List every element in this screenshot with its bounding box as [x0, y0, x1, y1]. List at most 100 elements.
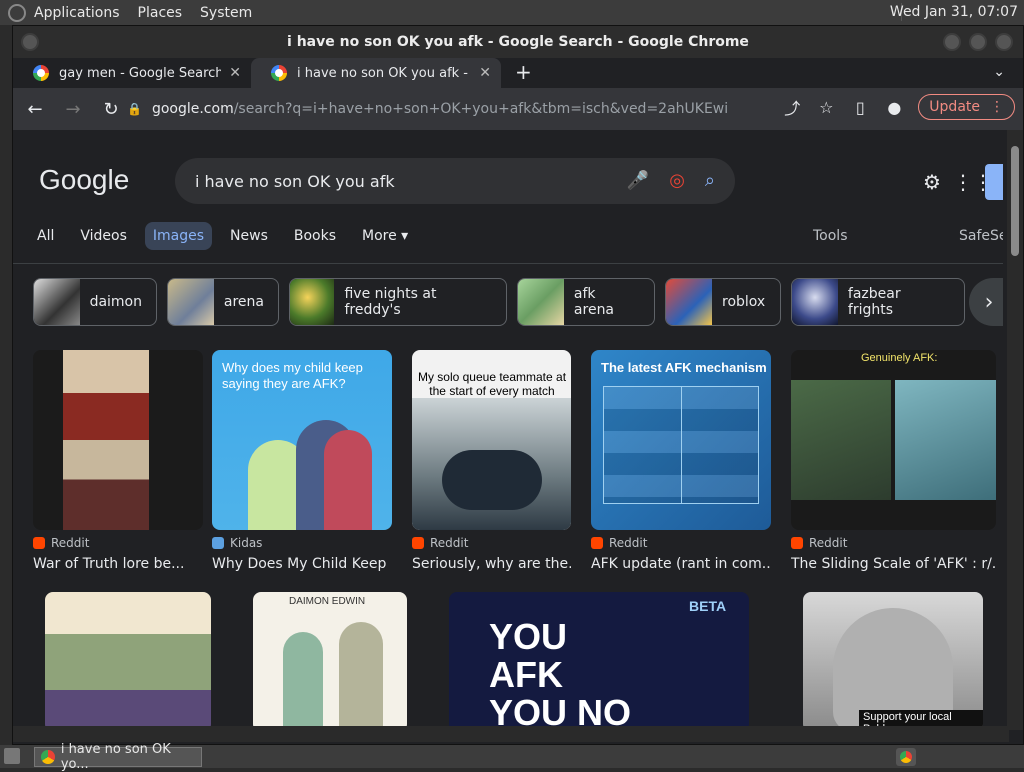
result-card[interactable]: Reddit War of Truth lore be...: [33, 350, 203, 572]
applications-menu[interactable]: Applications: [34, 5, 120, 21]
result-card[interactable]: [45, 592, 211, 732]
result-title[interactable]: AFK update (rant in com...: [591, 556, 771, 572]
result-card[interactable]: The latest AFK mechanism Reddit AFK upda…: [591, 350, 771, 572]
result-image[interactable]: [45, 592, 211, 732]
new-tab-button[interactable]: +: [515, 60, 532, 84]
share-icon[interactable]: ⤴: [782, 95, 802, 119]
result-image[interactable]: Genuinely AFK:: [791, 350, 996, 530]
close-window-icon[interactable]: [995, 33, 1013, 51]
chip-five-nights[interactable]: five nights at freddy's: [289, 278, 507, 326]
google-favicon-icon: [33, 65, 49, 81]
tools-button[interactable]: Tools: [813, 228, 848, 244]
result-card[interactable]: Support your local Pablo: [803, 592, 983, 732]
result-title[interactable]: The Sliding Scale of 'AFK' : r/...: [791, 556, 996, 572]
result-card[interactable]: DAIMON EDWIN: [253, 592, 407, 732]
result-image[interactable]: Support your local Pablo: [803, 592, 983, 732]
person-figure: [324, 430, 372, 530]
profile-icon[interactable]: ●: [884, 98, 904, 117]
sign-in-button[interactable]: [985, 164, 1003, 200]
related-chips: daimon arena five nights at freddy's afk…: [33, 278, 965, 326]
nav-news[interactable]: News: [222, 222, 276, 250]
result-image[interactable]: [33, 350, 203, 530]
chips-next-arrow-icon[interactable]: ›: [969, 278, 1003, 326]
reddit-icon: [412, 537, 424, 549]
chip-arena[interactable]: arena: [167, 278, 279, 326]
nav-images[interactable]: Images: [144, 222, 213, 250]
url-path: /search?q=i+have+no+son+OK+you+afk&tbm=i…: [233, 101, 727, 117]
image-caption: Genuinely AFK:: [861, 352, 938, 364]
tab-afk-search[interactable]: i have no son OK you afk - Goo ✕: [251, 58, 501, 88]
google-logo[interactable]: Google: [39, 164, 129, 196]
browser-window: i have no son OK you afk - Google Search…: [12, 25, 1024, 745]
maximize-icon[interactable]: [969, 33, 987, 51]
reload-icon[interactable]: ↻: [95, 99, 127, 120]
nav-videos[interactable]: Videos: [72, 222, 135, 250]
kebab-menu-icon[interactable]: ⋮: [990, 99, 1004, 115]
chip-afk-arena[interactable]: afk arena: [517, 278, 655, 326]
nav-all[interactable]: All: [29, 222, 62, 250]
minimize-icon[interactable]: [943, 33, 961, 51]
result-title[interactable]: Why Does My Child Keep ...: [212, 556, 392, 572]
taskbar-chrome-window[interactable]: i have no son OK yo...: [34, 742, 202, 772]
places-menu[interactable]: Places: [138, 5, 183, 21]
side-panel-icon[interactable]: ▯: [850, 98, 870, 117]
chip-thumbnail: [34, 279, 80, 325]
result-card[interactable]: My solo queue teammate at the start of e…: [412, 350, 571, 572]
result-title[interactable]: War of Truth lore be...: [33, 556, 203, 572]
result-image[interactable]: My solo queue teammate at the start of e…: [412, 350, 571, 530]
tab-gay-men[interactable]: gay men - Google Search ✕: [13, 58, 251, 88]
source-name: Reddit: [809, 536, 848, 550]
chip-daimon[interactable]: daimon: [33, 278, 157, 326]
image-caption: The latest AFK mechanism: [601, 360, 767, 375]
system-menu[interactable]: System: [200, 5, 252, 21]
google-lens-icon[interactable]: ◎: [669, 170, 685, 191]
chip-roblox[interactable]: roblox: [665, 278, 781, 326]
bookmark-star-icon[interactable]: ☆: [816, 98, 836, 117]
settings-gear-icon[interactable]: ⚙: [923, 170, 941, 194]
chip-label: arena: [223, 294, 264, 310]
close-tab-icon[interactable]: ✕: [229, 65, 241, 81]
vertical-scrollbar[interactable]: [1007, 130, 1023, 730]
forward-icon[interactable]: →: [57, 99, 89, 120]
system-logo-icon[interactable]: [8, 3, 26, 22]
result-image[interactable]: The latest AFK mechanism: [591, 350, 771, 530]
result-source[interactable]: Kidas: [212, 536, 392, 550]
search-icon[interactable]: ⌕: [705, 170, 715, 191]
address-bar[interactable]: 🔒 google.com /search?q=i+have+no+son+OK+…: [127, 94, 727, 124]
clock[interactable]: Wed Jan 31, 07:07: [890, 4, 1018, 20]
show-desktop-icon[interactable]: [4, 748, 20, 764]
window-titlebar[interactable]: i have no son OK you afk - Google Search…: [13, 26, 1023, 58]
source-name: Reddit: [430, 536, 469, 550]
result-card[interactable]: BETA YOU AFK YOU NO CANDOL: [449, 592, 749, 732]
nav-more[interactable]: More ▾: [354, 222, 416, 250]
result-source[interactable]: Reddit: [591, 536, 771, 550]
close-tab-icon[interactable]: ✕: [479, 65, 491, 81]
result-source[interactable]: Reddit: [33, 536, 203, 550]
result-image[interactable]: BETA YOU AFK YOU NO CANDOL: [449, 592, 749, 732]
horizontal-scrollbar[interactable]: [13, 726, 1009, 742]
person-figure: [442, 450, 542, 510]
safesearch-button[interactable]: SafeSe: [959, 228, 1003, 244]
scrollbar-thumb[interactable]: [1011, 146, 1019, 256]
result-source[interactable]: Reddit: [412, 536, 571, 550]
result-source[interactable]: Reddit: [791, 536, 996, 550]
tab-search-chevron-icon[interactable]: ⌄: [993, 64, 1005, 80]
result-card[interactable]: Why does my child keep saying they are A…: [212, 350, 392, 572]
result-image[interactable]: DAIMON EDWIN: [253, 592, 407, 732]
url-host: google.com: [151, 101, 234, 117]
search-input[interactable]: i have no son OK you afk 🎤 ◎ ⌕: [175, 158, 735, 204]
update-button[interactable]: Update ⋮: [918, 94, 1015, 120]
beta-badge: BETA: [689, 598, 727, 614]
result-title[interactable]: Seriously, why are the...: [412, 556, 571, 572]
result-image[interactable]: Why does my child keep saying they are A…: [212, 350, 392, 530]
chrome-icon: [41, 749, 55, 764]
microphone-icon[interactable]: 🎤: [627, 170, 649, 191]
result-card[interactable]: Genuinely AFK: Reddit The Sliding Scale …: [791, 350, 996, 572]
back-icon[interactable]: ←: [19, 99, 51, 120]
lock-icon[interactable]: 🔒: [127, 102, 142, 116]
window-menu-icon[interactable]: [21, 33, 39, 51]
toolbar: ← → ↻ 🔒 google.com /search?q=i+have+no+s…: [13, 88, 1023, 130]
chip-fazbear-frights[interactable]: fazbear frights: [791, 278, 965, 326]
nav-books[interactable]: Books: [286, 222, 344, 250]
tray-chrome-icon[interactable]: [896, 748, 916, 766]
